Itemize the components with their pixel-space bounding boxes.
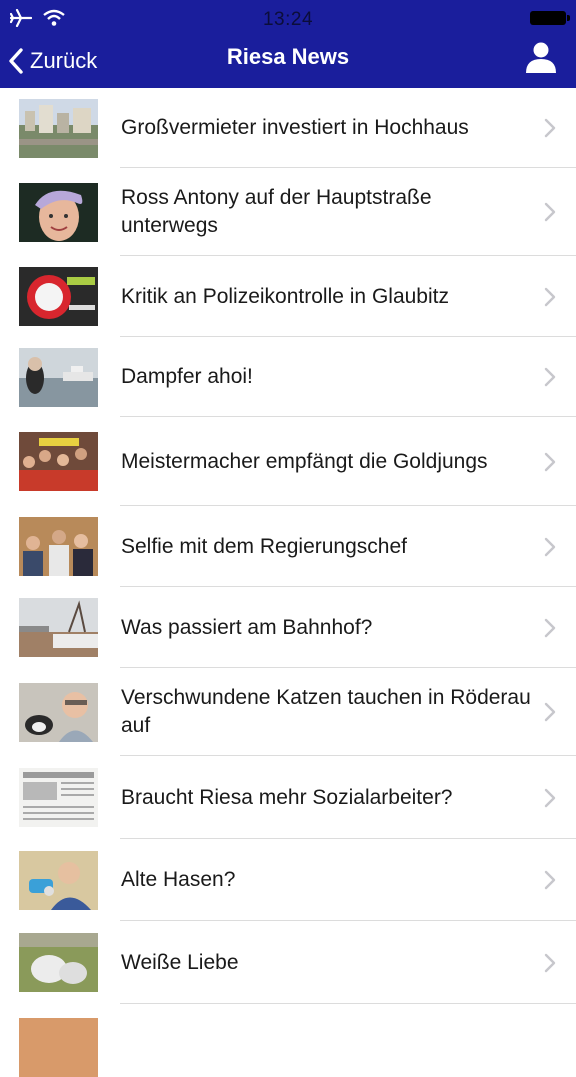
article-row[interactable]: Verschwundene Katzen tauchen in Röderau …: [0, 668, 576, 756]
article-row[interactable]: Großvermieter investiert in Hochhaus: [0, 88, 576, 168]
article-row[interactable]: Weiße Liebe: [0, 921, 576, 1004]
article-row[interactable]: Meistermacher empfängt die Goldjungs: [0, 417, 576, 506]
article-thumbnail: [19, 598, 98, 657]
article-thumbnail: [19, 683, 98, 742]
article-thumbnail: [19, 768, 98, 827]
article-row[interactable]: Was passiert am Bahnhof?: [0, 587, 576, 668]
article-title: Großvermieter investiert in Hochhaus: [121, 116, 469, 139]
article-title: Alte Hasen?: [121, 868, 236, 891]
article-row[interactable]: [0, 1004, 576, 1077]
back-button[interactable]: Zurück: [8, 42, 97, 80]
article-title: Dampfer ahoi!: [121, 365, 253, 388]
back-button-label: Zurück: [30, 48, 98, 73]
status-bar: 13:24: [0, 0, 576, 38]
article-title: Was passiert am Bahnhof?: [121, 615, 373, 639]
article-row[interactable]: Alte Hasen?: [0, 839, 576, 921]
chevron-left-icon: [9, 48, 23, 74]
article-thumbnail: [19, 851, 98, 910]
chevron-right-icon: [544, 870, 556, 890]
article-thumbnail: [19, 933, 98, 992]
article-title: Meistermacher empfängt die Goldjungs: [121, 449, 488, 473]
article-row[interactable]: Ross Antony auf der Hauptstraße unterweg…: [0, 168, 576, 256]
article-thumbnail: [19, 432, 98, 491]
article-title: Braucht Riesa mehr Sozialarbeiter?: [121, 785, 453, 809]
user-icon[interactable]: [524, 40, 558, 74]
chevron-right-icon: [544, 287, 556, 307]
chevron-right-icon: [544, 452, 556, 472]
chevron-right-icon: [544, 788, 556, 808]
nav-row: Zurück Riesa News: [0, 38, 576, 88]
navigation-bar: 13:24 Zurück Riesa News: [0, 0, 576, 88]
article-thumbnail: [19, 348, 98, 407]
article-title: Ross Antony auf der Hauptstraße unterweg…: [121, 186, 432, 237]
article-title: [121, 1004, 531, 1024]
article-title: Selfie mit dem Regierungschef: [121, 534, 407, 558]
battery-icon: [530, 11, 570, 25]
article-title: Verschwundene Katzen tauchen in Röderau …: [121, 686, 531, 737]
chevron-right-icon: [544, 118, 556, 138]
article-row[interactable]: Kritik an Polizeikontrolle in Glaubitz: [0, 256, 576, 337]
chevron-right-icon: [544, 202, 556, 222]
article-row[interactable]: Braucht Riesa mehr Sozialarbeiter?: [0, 756, 576, 839]
article-row[interactable]: Dampfer ahoi!: [0, 337, 576, 417]
chevron-right-icon: [544, 537, 556, 557]
article-thumbnail: [19, 99, 98, 158]
chevron-right-icon: [544, 367, 556, 387]
chevron-right-icon: [544, 953, 556, 973]
article-thumbnail: [19, 183, 98, 242]
status-time: 13:24: [262, 9, 314, 30]
article-thumbnail: [19, 267, 98, 326]
article-thumbnail: [19, 517, 98, 576]
article-row[interactable]: Selfie mit dem Regierungschef: [0, 506, 576, 587]
article-thumbnail: [19, 1018, 98, 1077]
chevron-right-icon: [544, 618, 556, 638]
chevron-right-icon: [544, 702, 556, 722]
article-title: Kritik an Polizeikontrolle in Glaubitz: [121, 284, 449, 308]
article-title: Weiße Liebe: [121, 950, 239, 974]
